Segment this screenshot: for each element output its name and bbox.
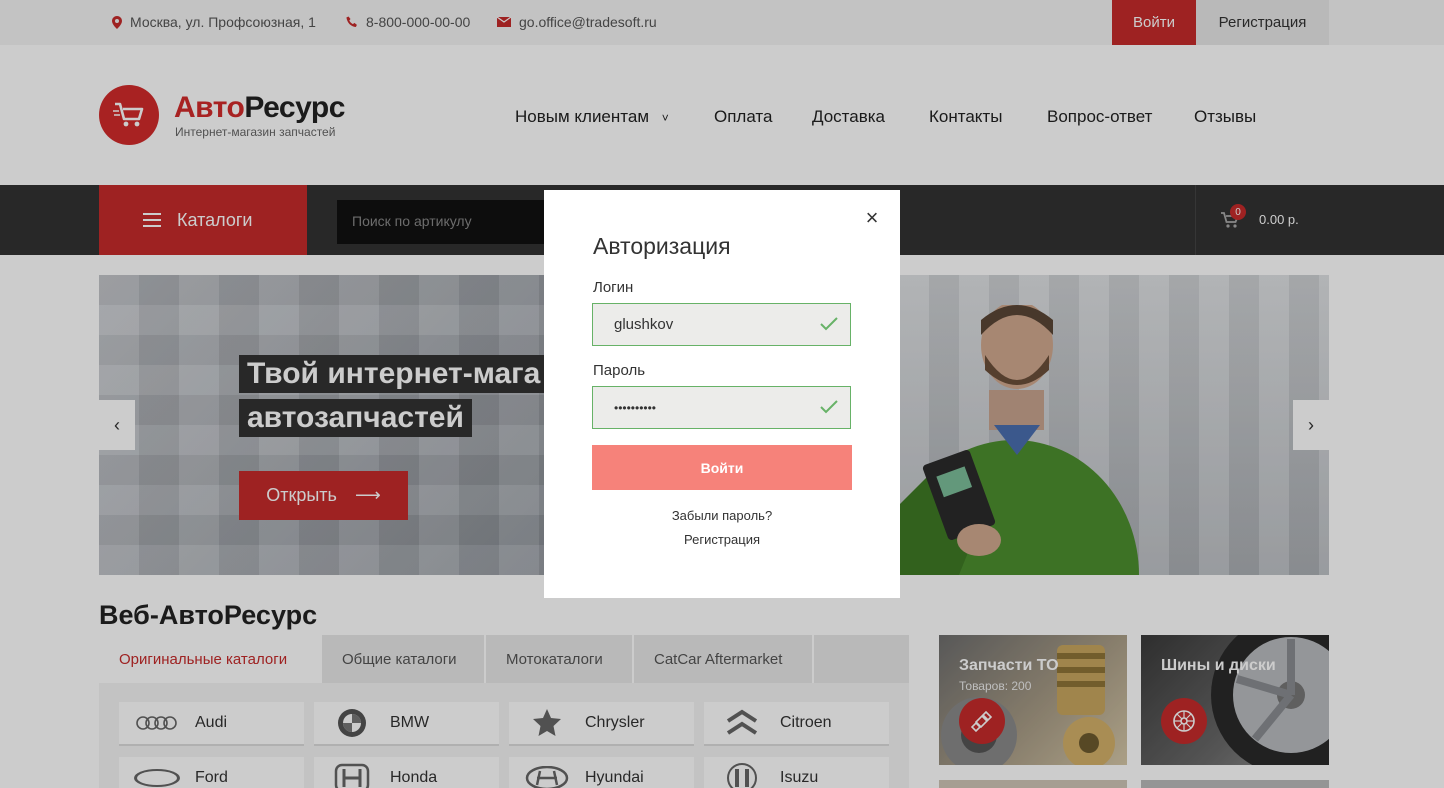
check-icon	[820, 400, 838, 414]
check-icon	[820, 317, 838, 331]
modal-title: Авторизация	[593, 233, 731, 259]
submit-login-button[interactable]: Войти	[592, 445, 852, 490]
login-label: Логин	[593, 279, 634, 296]
modal-register-link[interactable]: Регистрация	[544, 532, 900, 547]
login-field[interactable]: glushkov	[592, 303, 851, 346]
login-value: glushkov	[614, 316, 674, 333]
auth-modal: × Авторизация Логин glushkov Пароль ••••…	[544, 190, 900, 598]
close-icon[interactable]: ×	[862, 207, 882, 229]
password-label: Пароль	[593, 362, 646, 379]
password-field[interactable]: ••••••••••	[592, 386, 851, 429]
forgot-password-link[interactable]: Забыли пароль?	[544, 508, 900, 523]
password-value: ••••••••••	[614, 400, 657, 415]
